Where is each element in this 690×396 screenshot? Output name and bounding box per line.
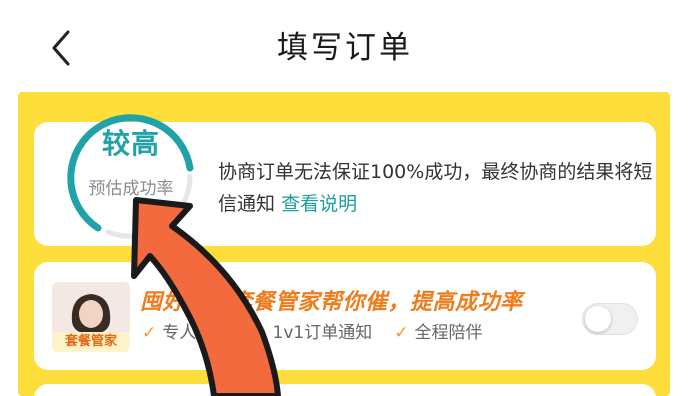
check-icon: ✓	[394, 323, 409, 343]
view-explanation-link[interactable]: 查看说明	[281, 193, 357, 215]
feature-label: 专人催单	[162, 323, 231, 343]
success-caption: 预估成功率	[88, 179, 174, 199]
header-bar: 填写订单	[0, 0, 690, 92]
toggle-knob	[585, 306, 611, 332]
feature-label: 1v1订单通知	[272, 323, 373, 343]
avatar-badge: 套餐管家	[52, 332, 130, 352]
probability-description: 协商订单无法保证100%成功，最终协商的结果将短信通知 查看说明	[218, 156, 658, 220]
feature-item: ✓ 专人催单	[142, 318, 230, 343]
success-level: 较高	[101, 127, 160, 160]
feature-item: ✓ 1v1订单通知	[252, 318, 372, 343]
butler-service-toggle[interactable]	[582, 303, 638, 335]
gauge-ring-icon	[67, 114, 194, 239]
feature-label: 全程陪伴	[414, 323, 483, 343]
feature-item: ✓ 全程陪伴	[394, 318, 482, 343]
check-icon: ✓	[142, 323, 157, 343]
next-card	[34, 384, 656, 396]
service-title: 囤好货，套餐管家帮你催，提高成功率	[140, 290, 523, 315]
feature-list: ✓ 专人催单 ✓ 1v1订单通知 ✓ 全程陪伴	[142, 318, 482, 343]
check-icon: ✓	[252, 323, 267, 343]
page-title: 填写订单	[277, 30, 413, 66]
